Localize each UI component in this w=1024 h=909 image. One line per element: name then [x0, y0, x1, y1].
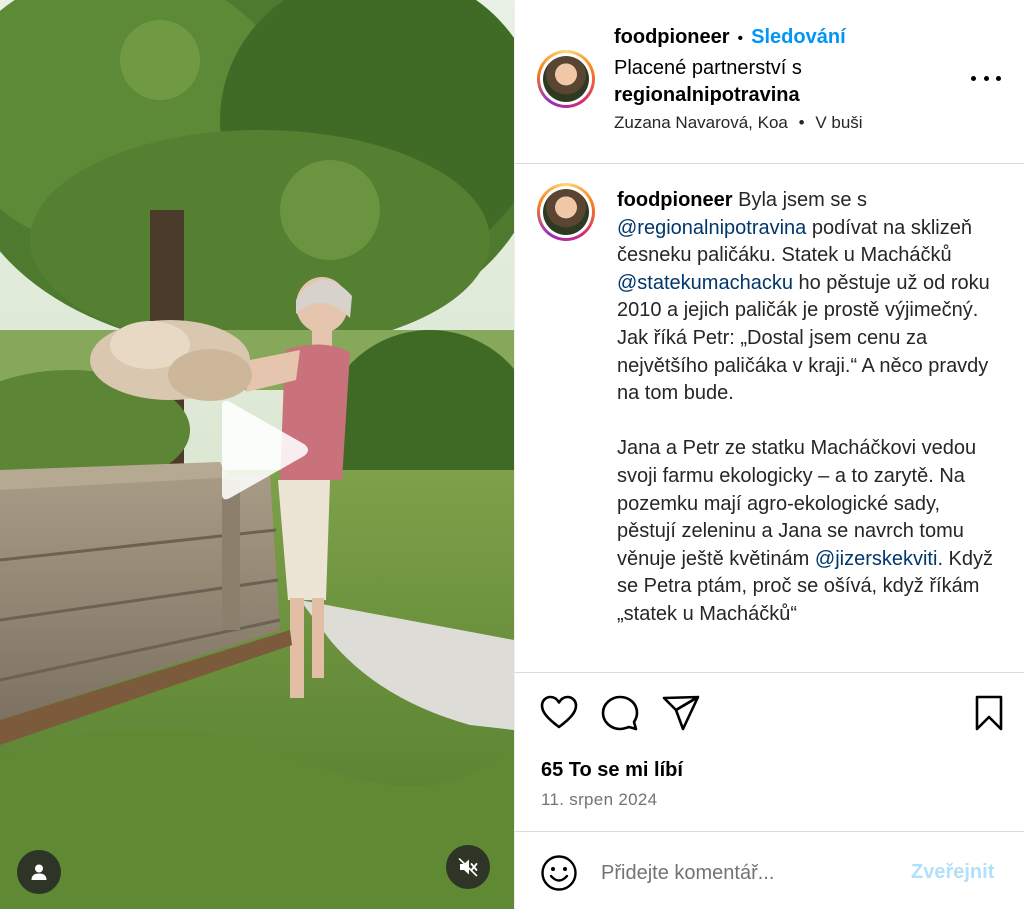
play-button[interactable]	[212, 398, 312, 502]
person-icon	[31, 864, 47, 880]
send-icon[interactable]	[661, 693, 701, 733]
location-link[interactable]: V buši	[815, 113, 862, 132]
comment-bar: Zveřejnit	[515, 831, 1024, 909]
comment-input[interactable]	[601, 854, 901, 892]
caption-paragraph-2: Jana a Petr ze statku Macháčkovi vedou s…	[617, 435, 997, 628]
audio-separator: •	[798, 113, 805, 132]
audio-attribution[interactable]: Zuzana Navarová, Koa	[614, 113, 788, 132]
likes-count[interactable]: 65 To se mi líbí	[541, 759, 683, 782]
post-caption: foodpioneer Byla jsem se s @regionalnipo…	[617, 187, 997, 629]
play-icon	[222, 400, 308, 500]
more-options-button[interactable]	[971, 66, 1001, 90]
paid-partnership-label: Placené partnerství s	[614, 57, 802, 79]
more-dots-icon	[971, 75, 976, 81]
caption-section: foodpioneer Byla jsem se s @regionalnipo…	[515, 165, 1024, 671]
action-bar: 65 To se mi líbí 11. srpen 2024	[515, 672, 1024, 830]
speaker-muted-icon	[458, 858, 478, 877]
mention-link[interactable]: @statekumachacku	[617, 272, 793, 294]
separator-dot: •	[737, 30, 744, 47]
caption-paragraph-1: foodpioneer Byla jsem se s @regionalnipo…	[617, 187, 997, 408]
tagged-users-button[interactable]	[17, 850, 61, 894]
post-sidebar: foodpioneer • Sledování Placené partnerstv…	[514, 0, 1024, 909]
mention-link[interactable]: @jizerskekviti	[815, 548, 938, 570]
author-line: foodpioneer • Sledování	[614, 26, 846, 49]
post-date[interactable]: 11. srpen 2024	[541, 790, 657, 810]
mention-link[interactable]: @regionalnipotravina	[617, 217, 806, 239]
author-username[interactable]: foodpioneer	[614, 26, 730, 48]
post-comment-button[interactable]: Zveřejnit	[911, 861, 994, 884]
audio-location-line: Zuzana Navarová, Koa • V buši	[614, 113, 863, 133]
post-header: foodpioneer • Sledování Placené partnerstv…	[515, 0, 1024, 164]
mute-toggle[interactable]	[446, 845, 490, 889]
emoji-icon[interactable]	[540, 854, 578, 892]
caption-avatar[interactable]	[537, 183, 595, 241]
follow-button[interactable]: Sledování	[751, 26, 845, 48]
bookmark-icon[interactable]	[969, 693, 1009, 733]
comment-icon[interactable]	[600, 693, 640, 733]
author-avatar[interactable]	[537, 50, 595, 108]
caption-text: Byla jsem se s	[732, 189, 868, 211]
heart-icon[interactable]	[539, 693, 579, 733]
post-media[interactable]	[0, 0, 514, 909]
caption-username[interactable]: foodpioneer	[617, 189, 733, 211]
partner-link[interactable]: regionalnipotravina	[614, 84, 800, 107]
